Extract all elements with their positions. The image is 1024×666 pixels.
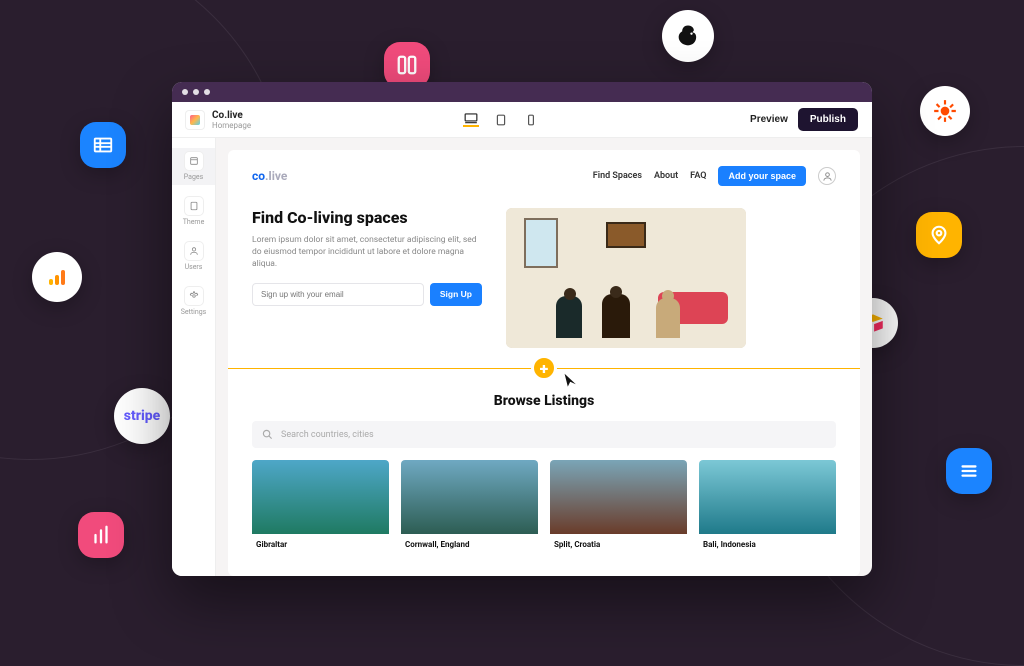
listing-image (699, 460, 836, 534)
hero-section: Find Co-living spaces Lorem ipsum dolor … (252, 208, 836, 348)
window-dot[interactable] (193, 89, 199, 95)
hero-headline: Find Co-living spaces (252, 208, 482, 227)
sidebar-item-settings[interactable]: Settings (172, 283, 215, 320)
nav-add-space-button[interactable]: Add your space (718, 166, 806, 186)
browse-title: Browse Listings (252, 393, 836, 409)
mailchimp-icon (662, 10, 714, 62)
table-icon (80, 122, 126, 168)
device-mobile[interactable] (523, 113, 539, 127)
listing-caption: Bali, Indonesia (699, 534, 836, 555)
window-titlebar (172, 82, 872, 102)
user-avatar[interactable] (818, 167, 836, 185)
nav-about[interactable]: About (654, 171, 678, 181)
search-placeholder: Search countries, cities (281, 430, 374, 440)
editor-window: Co.live Homepage Preview Publish (172, 82, 872, 576)
listing-caption: Split, Croatia (550, 534, 687, 555)
window-dot[interactable] (204, 89, 210, 95)
editor-sidebar: Pages Theme Users Settings (172, 138, 216, 576)
project-subtitle: Homepage (212, 121, 251, 130)
signup-button[interactable]: Sign Up (430, 283, 482, 306)
sidebar-label: Settings (181, 308, 207, 316)
users-icon (185, 242, 203, 260)
sidebar-item-users[interactable]: Users (172, 238, 215, 275)
hero-image (506, 208, 746, 348)
sidebar-label: Pages (184, 173, 203, 181)
bars-icon (78, 512, 124, 558)
listing-caption: Cornwall, England (401, 534, 538, 555)
search-icon (262, 429, 273, 440)
listing-image (401, 460, 538, 534)
listing-image (252, 460, 389, 534)
project-title: Co.live (212, 110, 251, 121)
theme-icon (185, 197, 203, 215)
add-section-button[interactable]: + (531, 355, 557, 381)
hero-body: Lorem ipsum dolor sit amet, consectetur … (252, 235, 482, 271)
analytics-icon (32, 252, 82, 302)
settings-icon (185, 287, 203, 305)
listing-card[interactable]: Cornwall, England (401, 460, 538, 555)
page-preview: co.live Find Spaces About FAQ Add your s… (228, 150, 860, 576)
sidebar-item-pages[interactable]: Pages (172, 148, 215, 185)
preview-button[interactable]: Preview (750, 114, 788, 125)
section-divider: + (228, 368, 860, 369)
zapier-icon (920, 86, 970, 136)
listing-card[interactable]: Gibraltar (252, 460, 389, 555)
browse-section: Browse Listings Search countries, cities… (252, 369, 836, 555)
page-icon (185, 152, 203, 170)
app-logo[interactable] (186, 111, 204, 129)
listing-card[interactable]: Split, Croatia (550, 460, 687, 555)
location-pin-icon (916, 212, 962, 258)
stripe-icon: stripe (114, 388, 170, 444)
site-nav: co.live Find Spaces About FAQ Add your s… (252, 166, 836, 186)
window-dot[interactable] (182, 89, 188, 95)
device-tablet[interactable] (493, 113, 509, 127)
device-desktop[interactable] (463, 113, 479, 127)
search-row[interactable]: Search countries, cities (252, 421, 836, 448)
listing-card[interactable]: Bali, Indonesia (699, 460, 836, 555)
cursor-icon (563, 372, 579, 390)
editor-topbar: Co.live Homepage Preview Publish (172, 102, 872, 138)
listing-image (550, 460, 687, 534)
nav-faq[interactable]: FAQ (690, 171, 706, 181)
site-brand[interactable]: co.live (252, 169, 287, 183)
lines-icon (946, 448, 992, 494)
email-input[interactable] (252, 283, 424, 306)
nav-find-spaces[interactable]: Find Spaces (593, 171, 642, 181)
sidebar-item-theme[interactable]: Theme (172, 193, 215, 230)
listing-caption: Gibraltar (252, 534, 389, 555)
sidebar-label: Theme (183, 218, 205, 226)
sidebar-label: Users (185, 263, 203, 271)
editor-canvas[interactable]: co.live Find Spaces About FAQ Add your s… (216, 138, 872, 576)
publish-button[interactable]: Publish (798, 108, 858, 131)
